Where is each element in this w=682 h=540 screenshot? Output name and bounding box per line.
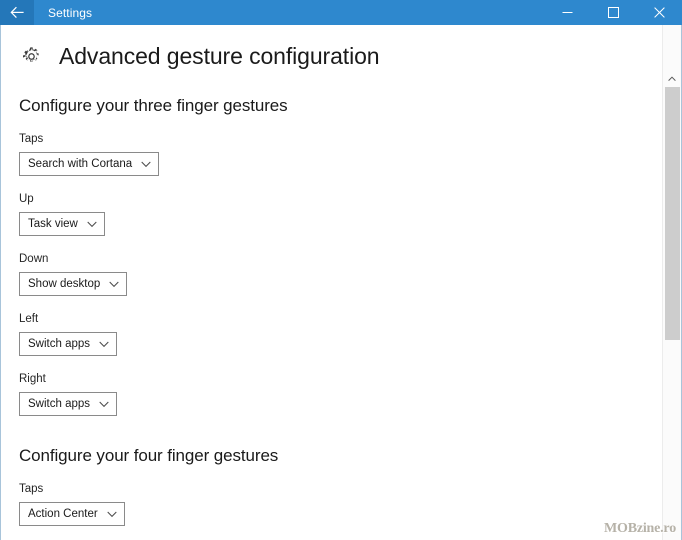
dropdown-three-finger-down[interactable]: Show desktop: [19, 272, 128, 296]
title-bar: Settings: [0, 0, 682, 25]
maximize-button[interactable]: [590, 0, 636, 25]
label-three-finger-taps: Taps: [19, 133, 44, 145]
section-three-finger-gestures: Configure your three finger gestures Tap…: [1, 96, 662, 416]
dropdown-value: Task view: [28, 218, 78, 230]
field-three-finger-taps: Taps Search with Cortana: [19, 132, 662, 176]
chevron-up-icon: [668, 75, 676, 82]
title-bar-drag-region: [92, 0, 544, 25]
field-four-finger-taps: Taps Action Center: [19, 482, 662, 526]
dropdown-three-finger-left[interactable]: Switch apps: [19, 332, 118, 356]
vertical-scrollbar[interactable]: [662, 25, 681, 540]
field-three-finger-up: Up Task view: [19, 192, 662, 236]
page-title: Advanced gesture configuration: [59, 43, 380, 69]
dropdown-four-finger-taps[interactable]: Action Center: [19, 502, 125, 526]
dropdown-value: Show desktop: [28, 278, 101, 290]
back-button[interactable]: [0, 0, 34, 25]
close-button[interactable]: [636, 0, 682, 25]
dropdown-three-finger-up[interactable]: Task view: [19, 212, 105, 236]
chevron-down-icon: [87, 221, 97, 228]
label-three-finger-left: Left: [19, 313, 39, 325]
label-three-finger-right: Right: [19, 373, 46, 385]
scroll-up-button[interactable]: [663, 70, 681, 87]
close-icon: [653, 7, 665, 18]
chevron-down-icon: [107, 511, 117, 518]
arrow-left-icon: [9, 6, 25, 19]
chevron-down-icon: [99, 401, 109, 408]
dropdown-value: Switch apps: [28, 398, 91, 410]
field-three-finger-right: Right Switch apps: [19, 372, 662, 416]
dropdown-value: Search with Cortana: [28, 158, 133, 170]
field-three-finger-down: Down Show desktop: [19, 252, 662, 296]
section-four-finger-gestures: Configure your four finger gestures Taps…: [1, 446, 662, 526]
label-four-finger-taps: Taps: [19, 483, 44, 495]
dropdown-three-finger-right[interactable]: Switch apps: [19, 392, 118, 416]
gear-icon: [19, 44, 43, 68]
settings-window: Settings Advanced gesture configuration …: [0, 0, 682, 540]
field-three-finger-left: Left Switch apps: [19, 312, 662, 356]
page-header: Advanced gesture configuration: [1, 25, 662, 70]
window-title: Settings: [48, 5, 93, 20]
section-heading-four-finger: Configure your four finger gestures: [19, 446, 279, 465]
label-three-finger-down: Down: [19, 253, 49, 265]
minimize-icon: [562, 7, 573, 18]
dropdown-value: Switch apps: [28, 338, 91, 350]
label-three-finger-up: Up: [19, 193, 34, 205]
scrollbar-thumb[interactable]: [665, 87, 680, 340]
chevron-down-icon: [99, 341, 109, 348]
chevron-down-icon: [109, 281, 119, 288]
settings-content: Advanced gesture configuration Configure…: [1, 25, 662, 540]
maximize-icon: [607, 7, 619, 18]
window-controls: [544, 0, 682, 25]
dropdown-value: Action Center: [28, 508, 98, 520]
section-heading-three-finger: Configure your three finger gestures: [19, 96, 288, 115]
minimize-button[interactable]: [544, 0, 590, 25]
chevron-down-icon: [141, 161, 151, 168]
dropdown-three-finger-taps[interactable]: Search with Cortana: [19, 152, 160, 176]
